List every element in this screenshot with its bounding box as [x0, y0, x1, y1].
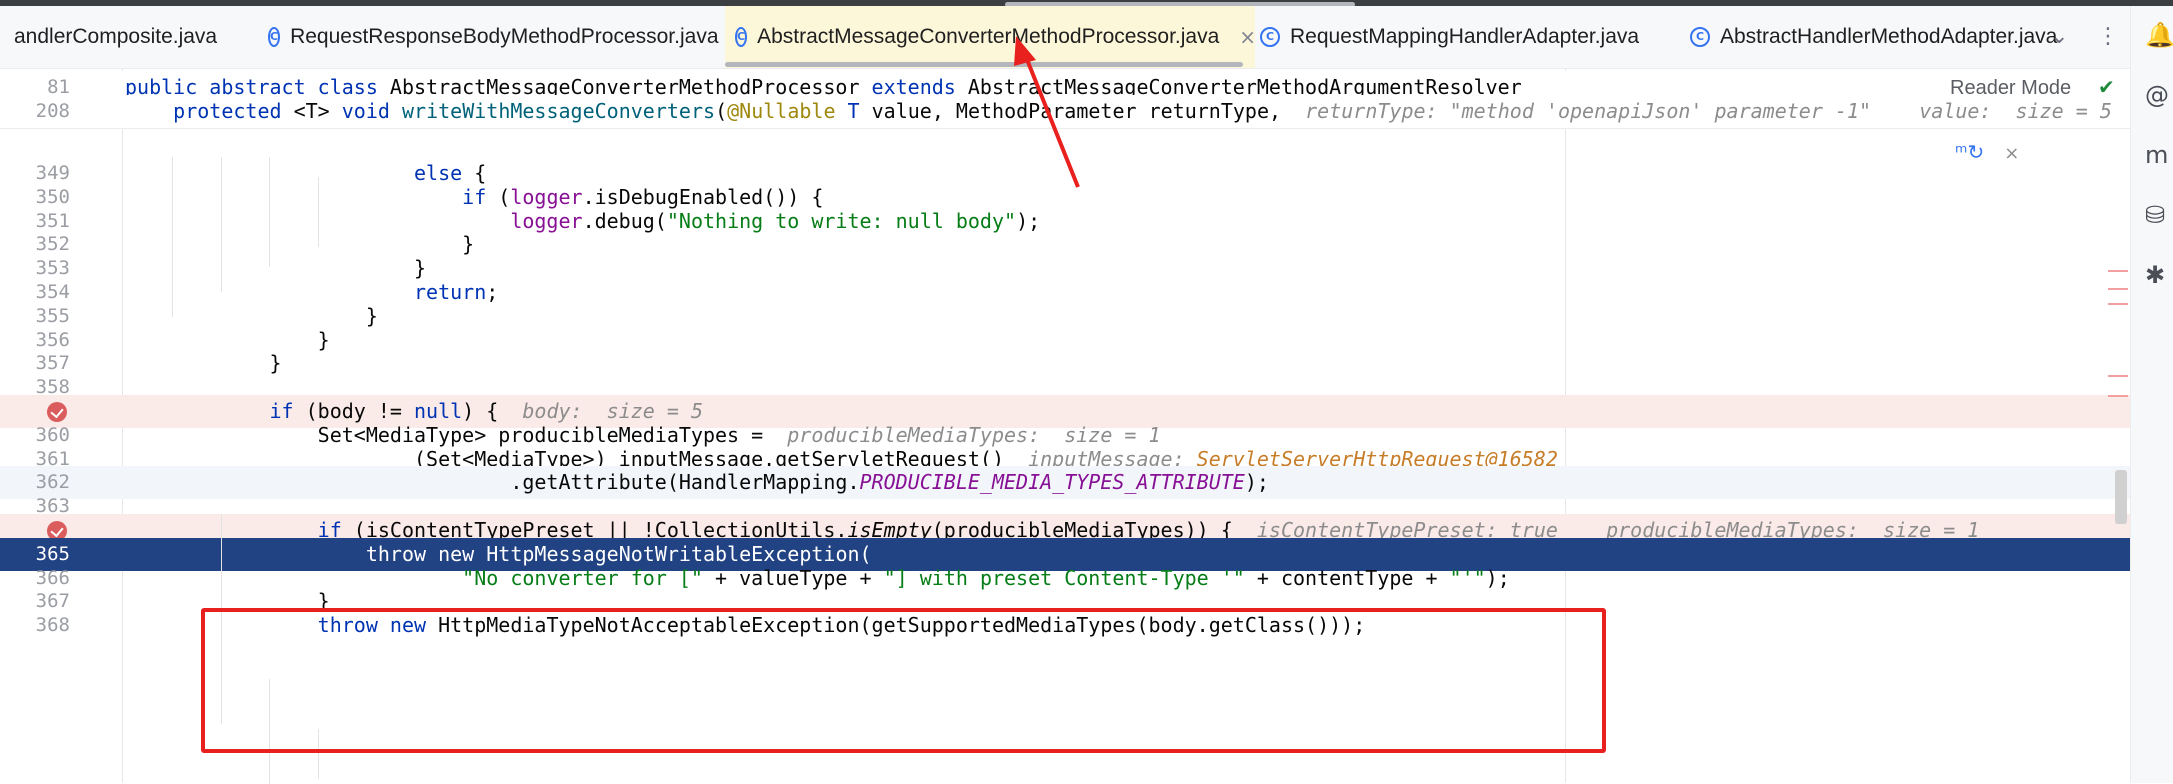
tab-label: AbstractHandlerMethodAdapter.java: [1720, 25, 2058, 48]
code-token: returnType: "method 'openapiJson' parame…: [1305, 99, 2112, 123]
line-number[interactable]: 368: [0, 609, 70, 642]
tab-label: RequestResponseBodyMethodProcessor.java: [290, 25, 719, 48]
tab-4[interactable]: C AbstractHandlerMethodAdapter.java: [1680, 6, 2140, 68]
plugin-icon[interactable]: ✱: [2145, 262, 2171, 288]
code-token: writeWithMessageConverters: [401, 99, 716, 123]
error-stripe-mark[interactable]: [2108, 288, 2128, 290]
indent-guide: [172, 157, 173, 317]
tab-3[interactable]: C RequestMappingHandlerAdapter.java: [1250, 6, 1660, 68]
reader-mode-toggle[interactable]: Reader Mode: [1950, 77, 2071, 100]
error-stripe-mark[interactable]: [2108, 270, 2128, 272]
class-icon: C: [1260, 27, 1280, 47]
close-icon[interactable]: ×: [2004, 143, 2019, 164]
error-stripe-mark[interactable]: [2108, 303, 2128, 305]
database-icon[interactable]: ⛁: [2145, 202, 2171, 228]
class-icon: C: [1690, 27, 1710, 47]
annotation-highlight-box: [201, 608, 1606, 753]
indent-guide: [221, 157, 222, 292]
indent-guide: [318, 177, 319, 247]
code-token: protected: [173, 99, 294, 123]
tab-1[interactable]: C RequestResponseBodyMethodProcessor.java: [258, 6, 719, 68]
code-token: <T>: [293, 99, 342, 123]
more-tabs-icon[interactable]: ⋮: [2097, 24, 2119, 49]
notifications-icon[interactable]: 🔔: [2145, 22, 2173, 48]
class-icon: C: [735, 27, 748, 47]
right-tool-window-bar: 🔔 @ m ⛁ ✱: [2130, 6, 2173, 783]
tab-2[interactable]: C AbstractMessageConverterMethodProcessor…: [725, 6, 1256, 68]
tab-0[interactable]: andlerComposite.java: [0, 6, 244, 68]
reload-maven-icon[interactable]: ᵐ↻: [1955, 140, 1984, 164]
error-stripe-mark[interactable]: [2108, 375, 2128, 377]
code-token: value, MethodParameter returnType,: [871, 99, 1306, 123]
error-stripe-mark[interactable]: [2108, 395, 2128, 397]
line-number[interactable]: 208: [0, 95, 70, 128]
tab-label: RequestMappingHandlerAdapter.java: [1290, 25, 1640, 48]
tab-label: AbstractMessageConverterMethodProcessor.…: [757, 25, 1220, 48]
code-token: @Nullable: [727, 99, 848, 123]
code-text: protected <T> void writeWithMessageConve…: [125, 95, 2112, 128]
active-tab-indicator: [725, 62, 1243, 67]
editor-tabs: andlerComposite.java C RequestResponseBody…: [0, 6, 2130, 69]
indent-guide: [269, 157, 270, 267]
floating-toolbar: ᵐ↻ ×: [1955, 140, 2019, 164]
tab-list-dropdown-icon[interactable]: ⌄: [2050, 24, 2068, 49]
code-token: (: [715, 99, 728, 123]
ai-assistant-icon[interactable]: @: [2145, 82, 2171, 108]
code-line[interactable]: 208 protected <T> void writeWithMessageC…: [0, 95, 2130, 129]
code-token: void: [341, 99, 402, 123]
tab-label: andlerComposite.java: [14, 25, 218, 48]
maven-icon[interactable]: m: [2145, 142, 2171, 168]
class-icon: C: [268, 27, 281, 47]
editor-scrollbar-thumb[interactable]: [2115, 470, 2127, 524]
inspection-ok-icon[interactable]: ✔: [2098, 75, 2115, 99]
code-token: T: [847, 99, 872, 123]
